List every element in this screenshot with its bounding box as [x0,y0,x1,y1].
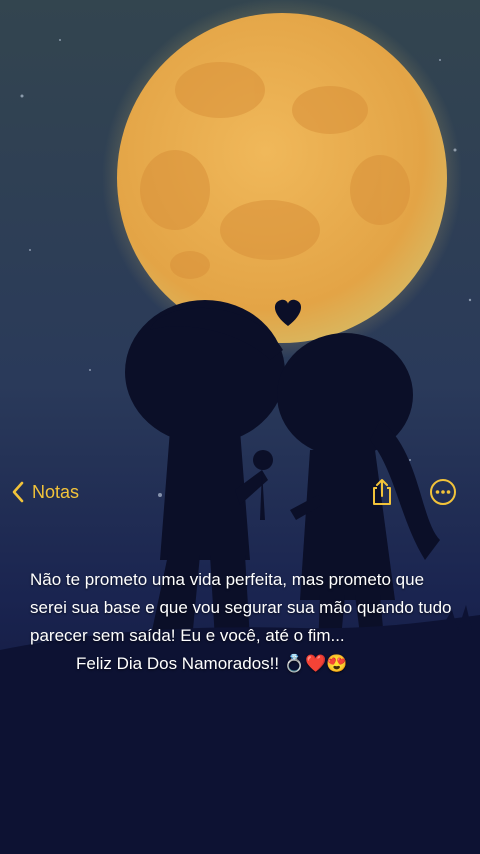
navigation-bar: Notas [0,472,480,512]
share-button[interactable] [366,476,398,508]
back-label: Notas [32,481,80,502]
more-button[interactable] [427,476,459,508]
back-button[interactable]: Notas [10,476,79,508]
note-body[interactable]: Não te prometo uma vida perfeita, mas pr… [30,566,460,678]
note-closing-line: Feliz Dia Dos Namorados!! 💍❤️😍 [76,654,348,673]
wallpaper-moon-couple [0,0,480,854]
chevron-left-icon [12,481,24,503]
note-paragraph: Não te prometo uma vida perfeita, mas pr… [30,570,452,645]
share-icon [373,479,391,505]
more-circle-icon [430,479,456,505]
